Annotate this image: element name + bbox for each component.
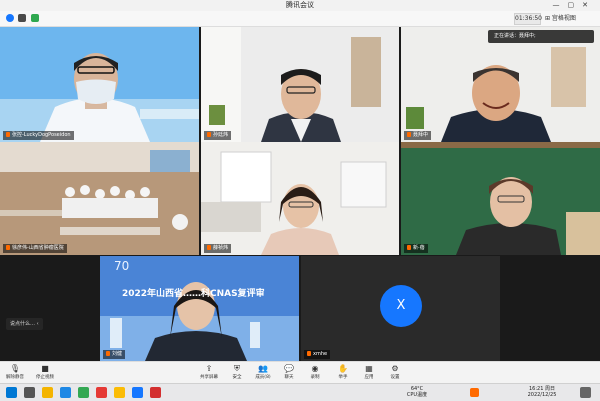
windows-start-icon[interactable] (6, 387, 17, 398)
tencent-meeting-icon[interactable] (132, 387, 143, 398)
apps-icon: ▦ (365, 364, 373, 373)
camera-icon: ■ (41, 364, 49, 373)
svg-text:70: 70 (114, 259, 129, 273)
window-title: 腾讯会议 (286, 1, 314, 9)
participant-name-7: 刘健 (103, 350, 126, 359)
participant-name-2: 孙廷炜 (204, 131, 232, 140)
wps-icon[interactable] (150, 387, 161, 398)
security-button[interactable]: ⛨ 安全 (224, 364, 250, 382)
meeting-timer: 01:36:50 (514, 13, 542, 25)
video-tile-1[interactable]: 张控-LuckyDogPoseidon (0, 27, 199, 142)
video-feed-3 (401, 27, 600, 142)
participant-name-8: xmhe (304, 350, 331, 359)
network-signal-icon[interactable] (31, 14, 39, 22)
video-feed-1 (0, 27, 199, 142)
record-icon: ◉ (311, 364, 319, 373)
raise-hand-button[interactable]: ✋ 举手 (330, 364, 356, 382)
gear-icon: ⚙ (391, 364, 399, 373)
share-screen-button[interactable]: ⇪ 共享屏幕 (196, 364, 222, 382)
chrome-icon[interactable] (114, 387, 125, 398)
participant-name-4: 徐彦伟-山西省肿瘤医院 (3, 244, 67, 253)
video-feed-6 (401, 142, 600, 255)
meeting-info-bar: 01:36:50 ⊞ 宫格视图 (0, 11, 600, 27)
settings-button[interactable]: ⚙ 设置 (382, 364, 408, 382)
meeting-toolbar: 🎙 解除静音 ■ 停止视频 ⇪ 共享屏幕 ⛨ 安全 👥 成员(8) 💬 聊天 ◉ 录制 ✋ 举手… (0, 361, 600, 384)
video-tile-6[interactable]: 新·蓓 (401, 142, 600, 255)
video-feed-4 (0, 142, 199, 255)
file-explorer-icon[interactable] (42, 387, 53, 398)
cpu-temperature: 64°C CPU温度 (406, 386, 428, 398)
members-button[interactable]: 👥 成员(8) (250, 364, 276, 382)
view-switch-button[interactable]: ⊞ 宫格视图 (545, 13, 576, 24)
apps-button[interactable]: ▦ 应用 (356, 364, 382, 382)
participant-name-3: 聂拜中 (404, 131, 432, 140)
chat-button[interactable]: 💬 聊天 (276, 364, 302, 382)
wechat-icon[interactable] (78, 387, 89, 398)
os-taskbar: 64°C CPU温度 16:21 周日 2022/12/25 (0, 383, 600, 401)
mute-button[interactable]: 🎙 解除静音 (2, 364, 28, 382)
video-tile-3[interactable]: 聂拜中 (401, 27, 600, 142)
participant-name-6: 新·蓓 (404, 244, 428, 253)
participant-name-1: 张控-LuckyDogPoseidon (3, 131, 74, 140)
security-shield-icon[interactable] (18, 14, 26, 22)
window-controls[interactable]: —▢✕ (553, 0, 596, 11)
video-tile-5[interactable]: 薛祯炜 (201, 142, 399, 255)
share-icon: ⇪ (205, 364, 213, 373)
window-titlebar: 腾讯会议 —▢✕ (0, 0, 600, 11)
notification-icon[interactable] (580, 387, 591, 398)
video-feed-2 (201, 27, 399, 142)
meeting-info-icon[interactable] (6, 14, 14, 22)
microphone-icon: 🎙 (9, 364, 21, 373)
slide-title: 2022年山西省……科CNAS复评审 (122, 289, 265, 299)
video-feed-5 (201, 142, 399, 255)
system-clock[interactable]: 16:21 周日 2022/12/25 (520, 386, 564, 398)
participant-name-5: 薛祯炜 (204, 244, 232, 253)
speaking-indicator: 正在讲话：聂拜中; (488, 30, 594, 43)
hand-icon: ✋ (338, 364, 348, 373)
app-icon-red[interactable] (96, 387, 107, 398)
chat-input-chip[interactable]: 说点什么… ‹ (6, 318, 43, 330)
stop-video-button[interactable]: ■ 停止视频 (32, 364, 58, 382)
video-feed-7: 70 (100, 256, 299, 361)
video-tile-4[interactable]: 徐彦伟-山西省肿瘤医院 (0, 142, 199, 255)
participant-avatar: X (380, 285, 422, 327)
browser-icon[interactable] (60, 387, 71, 398)
members-icon: 👥 (258, 364, 268, 373)
search-icon[interactable] (24, 387, 35, 398)
chat-icon: 💬 (284, 364, 294, 373)
input-method-icon[interactable] (470, 388, 479, 397)
video-tile-7[interactable]: 70 2022年山西省……科CNAS复评审 刘健 (100, 256, 299, 361)
shield-icon: ⛨ (234, 364, 240, 373)
record-button[interactable]: ◉ 录制 (302, 364, 328, 382)
video-tile-2[interactable]: 孙廷炜 (201, 27, 399, 142)
